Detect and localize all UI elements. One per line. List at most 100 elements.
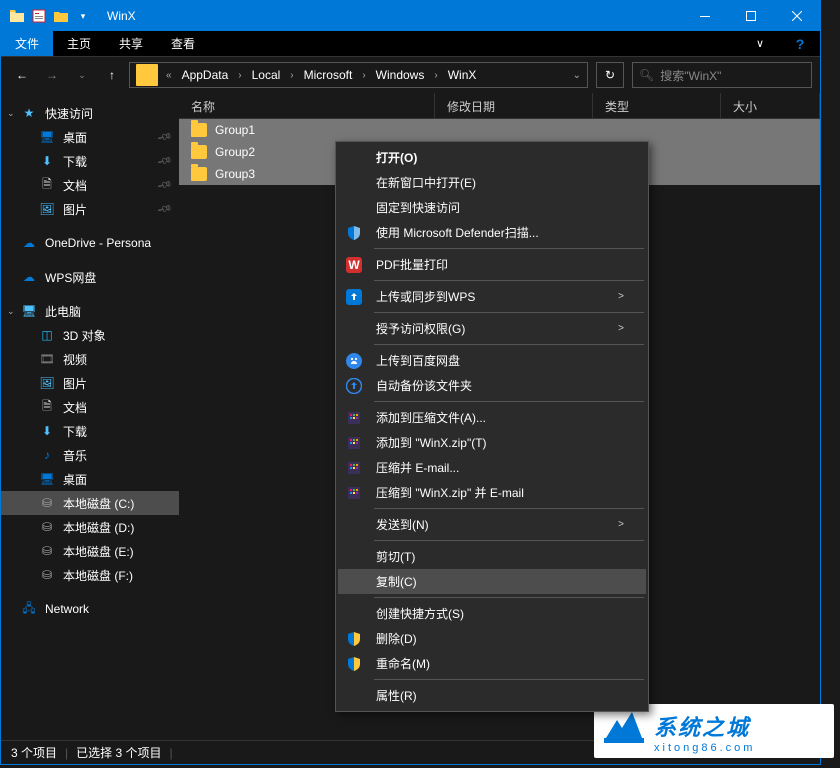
ribbon: 文件 主页 共享 查看 ∨ ? [1, 31, 820, 57]
recent-locations-button[interactable]: ⌄ [69, 62, 95, 88]
file-row[interactable]: Group1 [179, 119, 820, 141]
breadcrumb-segment[interactable]: Microsoft [298, 63, 359, 87]
sidebar-item-onedrive[interactable]: ☁OneDrive - Persona [1, 231, 179, 255]
tab-home[interactable]: 主页 [53, 31, 105, 56]
sidebar-item-3d[interactable]: ◫3D 对象 [1, 323, 179, 347]
context-menu-item[interactable]: 剪切(T) [338, 544, 646, 569]
folder-icon [191, 167, 207, 181]
picture-icon: 🖼︎ [39, 201, 55, 217]
context-menu-item[interactable]: 创建快捷方式(S) [338, 601, 646, 626]
back-button[interactable]: ← [9, 62, 35, 88]
sidebar-item-desktop[interactable]: 🖥︎桌面 [1, 467, 179, 491]
rar-icon [342, 460, 366, 476]
chevron-right-icon: > [618, 323, 624, 334]
context-menu-item[interactable]: 压缩到 "WinX.zip" 并 E-mail [338, 480, 646, 505]
sidebar-item-drive-f[interactable]: ⛁本地磁盘 (F:) [1, 563, 179, 587]
context-menu-item[interactable]: 自动备份该文件夹 [338, 373, 646, 398]
baidu2-icon [342, 378, 366, 394]
navigation-pane: ⌄★快速访问 🖥︎桌面📌︎ ⬇下载📌︎ 🗎文档📌︎ 🖼︎图片📌︎ ☁OneDri… [1, 93, 179, 740]
sidebar-item-network[interactable]: 🖧︎Network [1, 597, 179, 621]
tab-file[interactable]: 文件 [1, 31, 53, 56]
pin-icon: 📌︎ [156, 201, 173, 217]
forward-button[interactable]: → [39, 62, 65, 88]
column-date[interactable]: 修改日期 [435, 93, 593, 118]
chevron-down-icon[interactable]: ⌄ [569, 70, 585, 81]
context-menu: 打开(O)在新窗口中打开(E)固定到快速访问使用 Microsoft Defen… [335, 141, 649, 712]
sidebar-item-quick-access[interactable]: ⌄★快速访问 [1, 101, 179, 125]
column-name[interactable]: 名称 [179, 93, 435, 118]
breadcrumb-segment[interactable]: WinX [442, 63, 483, 87]
refresh-button[interactable]: ↻ [596, 62, 624, 88]
context-menu-label: 授予访问权限(G) [376, 320, 618, 337]
tab-share[interactable]: 共享 [105, 31, 157, 56]
sidebar-item-pictures[interactable]: 🖼︎图片 [1, 371, 179, 395]
sidebar-item-pictures[interactable]: 🖼︎图片📌︎ [1, 197, 179, 221]
context-menu-label: 自动备份该文件夹 [376, 377, 624, 394]
sidebar-item-videos[interactable]: 🎞︎视频 [1, 347, 179, 371]
help-button[interactable]: ? [780, 31, 820, 56]
context-menu-label: 上传到百度网盘 [376, 352, 624, 369]
context-menu-item[interactable]: 打开(O) [338, 145, 646, 170]
context-menu-item[interactable]: 复制(C) [338, 569, 646, 594]
tab-view[interactable]: 查看 [157, 31, 209, 56]
sidebar-item-wps[interactable]: ☁WPS网盘 [1, 265, 179, 289]
new-folder-icon[interactable] [53, 8, 69, 24]
document-icon: 🗎 [39, 177, 55, 193]
cloud-icon: ☁ [21, 269, 37, 285]
context-menu-label: 复制(C) [376, 573, 624, 590]
folder-icon [136, 64, 158, 86]
context-menu-item[interactable]: 使用 Microsoft Defender扫描... [338, 220, 646, 245]
sidebar-item-downloads[interactable]: ⬇下载📌︎ [1, 149, 179, 173]
context-menu-item[interactable]: WPDF批量打印 [338, 252, 646, 277]
video-icon: 🎞︎ [39, 351, 55, 367]
breadcrumb[interactable]: « AppData› Local› Microsoft› Windows› Wi… [129, 62, 588, 88]
context-menu-label: 使用 Microsoft Defender扫描... [376, 224, 624, 241]
breadcrumb-segment[interactable]: Local [246, 63, 287, 87]
sidebar-item-desktop[interactable]: 🖥︎桌面📌︎ [1, 125, 179, 149]
sidebar-item-documents[interactable]: 🗎文档📌︎ [1, 173, 179, 197]
minimize-button[interactable] [682, 1, 728, 31]
maximize-button[interactable] [728, 1, 774, 31]
chevron-down-icon[interactable]: ⌄ [7, 108, 15, 119]
chevron-right-icon[interactable]: › [358, 70, 369, 81]
context-menu-label: 压缩并 E-mail... [376, 459, 624, 476]
chevron-right-icon[interactable]: › [286, 70, 297, 81]
context-menu-item[interactable]: 添加到压缩文件(A)... [338, 405, 646, 430]
breadcrumb-segment[interactable]: AppData [176, 63, 235, 87]
sidebar-item-this-pc[interactable]: ⌄🖥︎此电脑 [1, 299, 179, 323]
context-menu-item[interactable]: 授予访问权限(G)> [338, 316, 646, 341]
context-menu-item[interactable]: 压缩并 E-mail... [338, 455, 646, 480]
explorer-window: ▾ WinX 文件 主页 共享 查看 ∨ ? ← → ⌄ ↑ « AppData… [0, 0, 821, 765]
sidebar-item-drive-c[interactable]: ⛁本地磁盘 (C:) [1, 491, 179, 515]
context-menu-item[interactable]: 固定到快速访问 [338, 195, 646, 220]
sidebar-item-downloads[interactable]: ⬇下载 [1, 419, 179, 443]
chevron-right-icon[interactable]: › [234, 70, 245, 81]
context-menu-item[interactable]: 删除(D) [338, 626, 646, 651]
column-type[interactable]: 类型 [593, 93, 721, 118]
chevron-right-icon[interactable]: « [162, 70, 176, 81]
ribbon-expand-button[interactable]: ∨ [740, 31, 780, 56]
up-button[interactable]: ↑ [99, 62, 125, 88]
context-menu-item[interactable]: 属性(R) [338, 683, 646, 708]
context-menu-item[interactable]: 上传到百度网盘 [338, 348, 646, 373]
column-size[interactable]: 大小 [721, 93, 820, 118]
document-icon: 🗎 [39, 399, 55, 415]
chevron-right-icon[interactable]: › [430, 70, 441, 81]
sidebar-item-drive-d[interactable]: ⛁本地磁盘 (D:) [1, 515, 179, 539]
sidebar-item-music[interactable]: ♪音乐 [1, 443, 179, 467]
breadcrumb-segment[interactable]: Windows [370, 63, 431, 87]
context-menu-item[interactable]: 发送到(N)> [338, 512, 646, 537]
context-menu-item[interactable]: 重命名(M) [338, 651, 646, 676]
qat-dropdown-icon[interactable]: ▾ [75, 8, 91, 24]
close-button[interactable] [774, 1, 820, 31]
sidebar-item-drive-e[interactable]: ⛁本地磁盘 (E:) [1, 539, 179, 563]
properties-icon[interactable] [31, 8, 47, 24]
context-menu-item[interactable]: 添加到 "WinX.zip"(T) [338, 430, 646, 455]
context-menu-item[interactable]: 在新窗口中打开(E) [338, 170, 646, 195]
context-menu-label: 属性(R) [376, 687, 624, 704]
chevron-down-icon[interactable]: ⌄ [7, 306, 15, 317]
rar-icon [342, 410, 366, 426]
sidebar-item-documents[interactable]: 🗎文档 [1, 395, 179, 419]
context-menu-item[interactable]: 上传或同步到WPS> [338, 284, 646, 309]
search-input[interactable]: 🔍︎ 搜索"WinX" [632, 62, 812, 88]
